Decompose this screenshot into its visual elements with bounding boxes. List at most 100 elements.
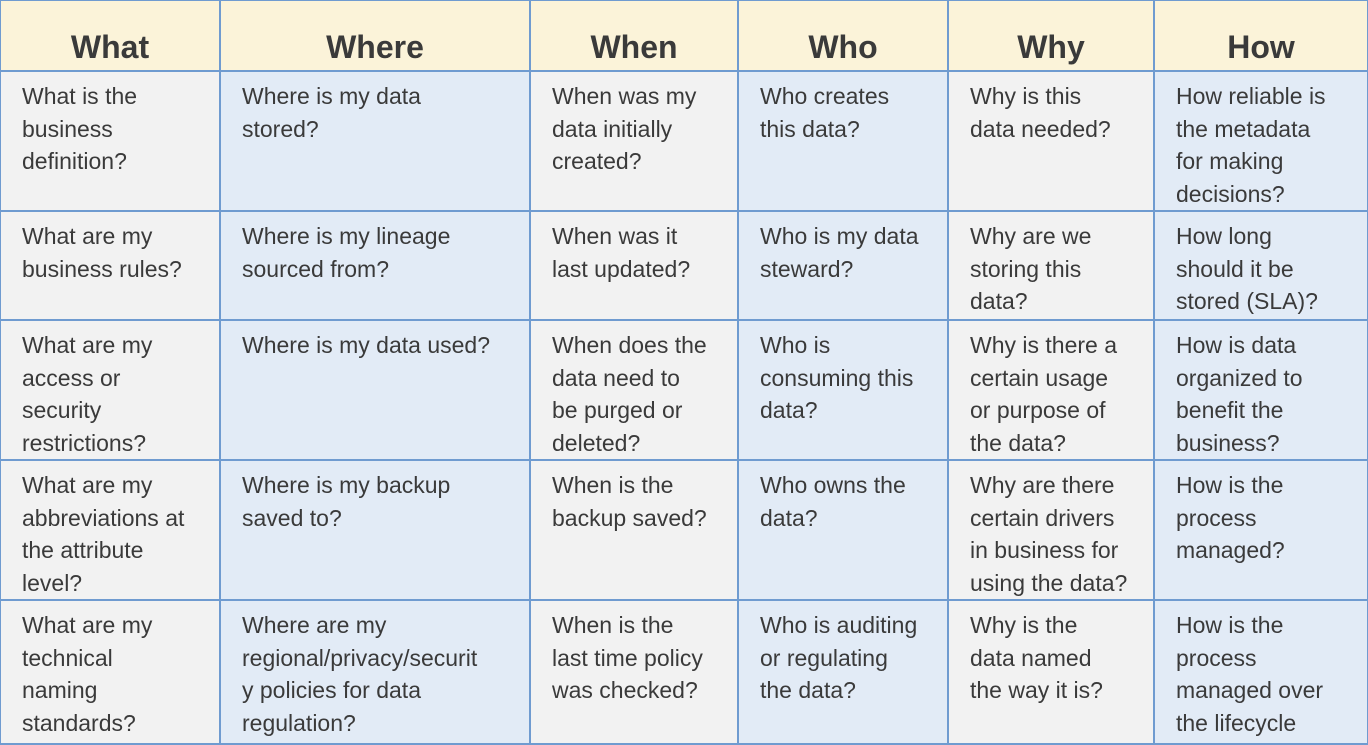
cell-text-line: standards? <box>22 709 136 736</box>
cell-text-line: Who owns the <box>760 472 906 498</box>
cell-text-line: data named <box>970 644 1092 671</box>
cell-text-line: process <box>1176 504 1257 531</box>
header-what: What <box>0 0 221 72</box>
table-cell-why: Why is this data needed? <box>947 70 1155 212</box>
cell-text-line: steward? <box>760 255 854 282</box>
cell-text-line: How reliable is <box>1176 83 1326 109</box>
table-cell-when: When does the data need to be purged or del… <box>529 319 739 461</box>
header-where: Where <box>219 0 531 72</box>
cell-text-line: certain usage <box>970 364 1109 391</box>
cell-text-line: consuming this <box>760 364 914 391</box>
table-cell-where: Where is my data used? <box>219 319 531 461</box>
table-cell-what: What are my technical naming standards? <box>0 599 221 745</box>
table-cell-where: Where are my regional/privacy/securit y po… <box>219 599 531 745</box>
cell-text-line: level? <box>22 569 83 596</box>
cell-text-line: the data? <box>970 429 1066 456</box>
cell-text-line: Why are there <box>970 472 1115 498</box>
cell-text-line: stored? <box>242 115 319 142</box>
table-cell-how: How is the process managed? <box>1153 459 1368 601</box>
cell-text-line: was checked? <box>552 677 698 703</box>
table-cell-what: What are my business rules? <box>0 210 221 321</box>
cell-text-line: data? <box>970 288 1028 314</box>
cell-text-line: managed? <box>1176 537 1285 563</box>
table-cell-when: When was it last updated? <box>529 210 739 321</box>
cell-text-line: When is the <box>552 612 674 638</box>
table-cell-why: Why are there certain drivers in business … <box>947 459 1155 601</box>
cell-text-line: the attribute <box>22 537 144 563</box>
header-label: Who <box>808 29 878 65</box>
cell-text-line: What are my <box>22 332 153 358</box>
table-cell-why: Why is there a certain usage or purpose of… <box>947 319 1155 461</box>
cell-text-line: the lifecycle <box>1176 709 1297 736</box>
header-label: What <box>70 29 150 65</box>
table-cell-why: Why are we storing this data? <box>947 210 1155 321</box>
cell-text-line: What are my <box>22 472 153 498</box>
cell-text-line: naming <box>22 677 98 703</box>
cell-text-line: technical <box>22 644 113 671</box>
cell-text-line: regulation? <box>242 709 356 736</box>
cell-text-line: in business for <box>970 537 1119 563</box>
cell-text-line: business rules? <box>22 255 182 282</box>
cell-text-line: benefit the <box>1176 397 1284 423</box>
cell-text-line: security <box>22 397 102 423</box>
cell-text-line: data? <box>760 397 818 423</box>
header-label: How <box>1227 29 1295 65</box>
cell-text-line: When was it <box>552 223 678 249</box>
cell-text-line: Who is my data <box>760 223 919 249</box>
cell-text-line: should it be <box>1176 255 1294 282</box>
cell-text-line: process <box>1176 644 1257 671</box>
cell-text-line: Why is the <box>970 612 1078 638</box>
cell-text-line: data needed? <box>970 115 1111 142</box>
cell-text-line: the data? <box>760 677 856 703</box>
cell-text-line: Where is my lineage <box>242 223 451 249</box>
cell-text-line: organized to <box>1176 364 1303 391</box>
header-when: When <box>529 0 739 72</box>
cell-text-line: saved to? <box>242 504 342 531</box>
table-cell-how: How is the process managed over the lifecyc… <box>1153 599 1368 745</box>
cell-text-line: this data? <box>760 115 860 142</box>
cell-text-line: How is the <box>1176 612 1284 638</box>
cell-text-line: or purpose of <box>970 397 1106 423</box>
zachman-questions-table: What Where When Who Why How What is the busines… <box>0 0 1368 745</box>
table-cell-why: Why is the data named the way it is? <box>947 599 1155 745</box>
cell-text-line: certain drivers <box>970 504 1115 531</box>
cell-text-line: Why are we <box>970 223 1092 249</box>
table-cell-what: What are my access or security restrictions… <box>0 319 221 461</box>
cell-text-line: Who is <box>760 332 831 358</box>
table-cell-who: Who owns the data? <box>737 459 949 601</box>
table-cell-how: How long should it be stored (SLA)? <box>1153 210 1368 321</box>
table-cell-where: Where is my lineage sourced from? <box>219 210 531 321</box>
cell-text-line: the way it is? <box>970 677 1103 703</box>
table-cell-how: How reliable is the metadata for making dec… <box>1153 70 1368 212</box>
table-cell-when: When is the backup saved? <box>529 459 739 601</box>
cell-text-line: access or <box>22 364 121 391</box>
cell-text-line: for making <box>1176 148 1284 174</box>
cell-text-line: restrictions? <box>22 429 146 456</box>
cell-text-line: decisions? <box>1176 180 1285 207</box>
header-why: Why <box>947 0 1155 72</box>
cell-text-line: Why is this <box>970 83 1082 109</box>
cell-text-line: When is the <box>552 472 674 498</box>
cell-text-line: using the data? <box>970 569 1128 596</box>
cell-text-line: What is the <box>22 83 138 109</box>
cell-text-line: What are my <box>22 223 153 249</box>
table-cell-who: Who is auditing or regulating the data? <box>737 599 949 745</box>
cell-text-line: managed over <box>1176 677 1324 703</box>
cell-text-line: storing this <box>970 255 1082 282</box>
table-cell-what: What is the business definition? <box>0 70 221 212</box>
cell-text-line: data? <box>760 504 818 531</box>
cell-text-line: business <box>22 115 113 142</box>
cell-text-line: last updated? <box>552 255 691 282</box>
cell-text-line: Where is my data used? <box>242 332 491 358</box>
cell-text-line: Why is there a <box>970 332 1117 358</box>
cell-text-line: Where is my backup <box>242 472 451 498</box>
cell-text-line: deleted? <box>552 429 641 456</box>
header-label: Where <box>326 29 424 65</box>
table-cell-who: Who creates this data? <box>737 70 949 212</box>
cell-text-line: How long <box>1176 223 1272 249</box>
cell-text-line: backup saved? <box>552 504 707 531</box>
cell-text-line: How is the <box>1176 472 1284 498</box>
cell-text-line: How is data <box>1176 332 1297 358</box>
cell-text-line: When does the <box>552 332 707 358</box>
table-cell-how: How is data organized to benefit the busine… <box>1153 319 1368 461</box>
